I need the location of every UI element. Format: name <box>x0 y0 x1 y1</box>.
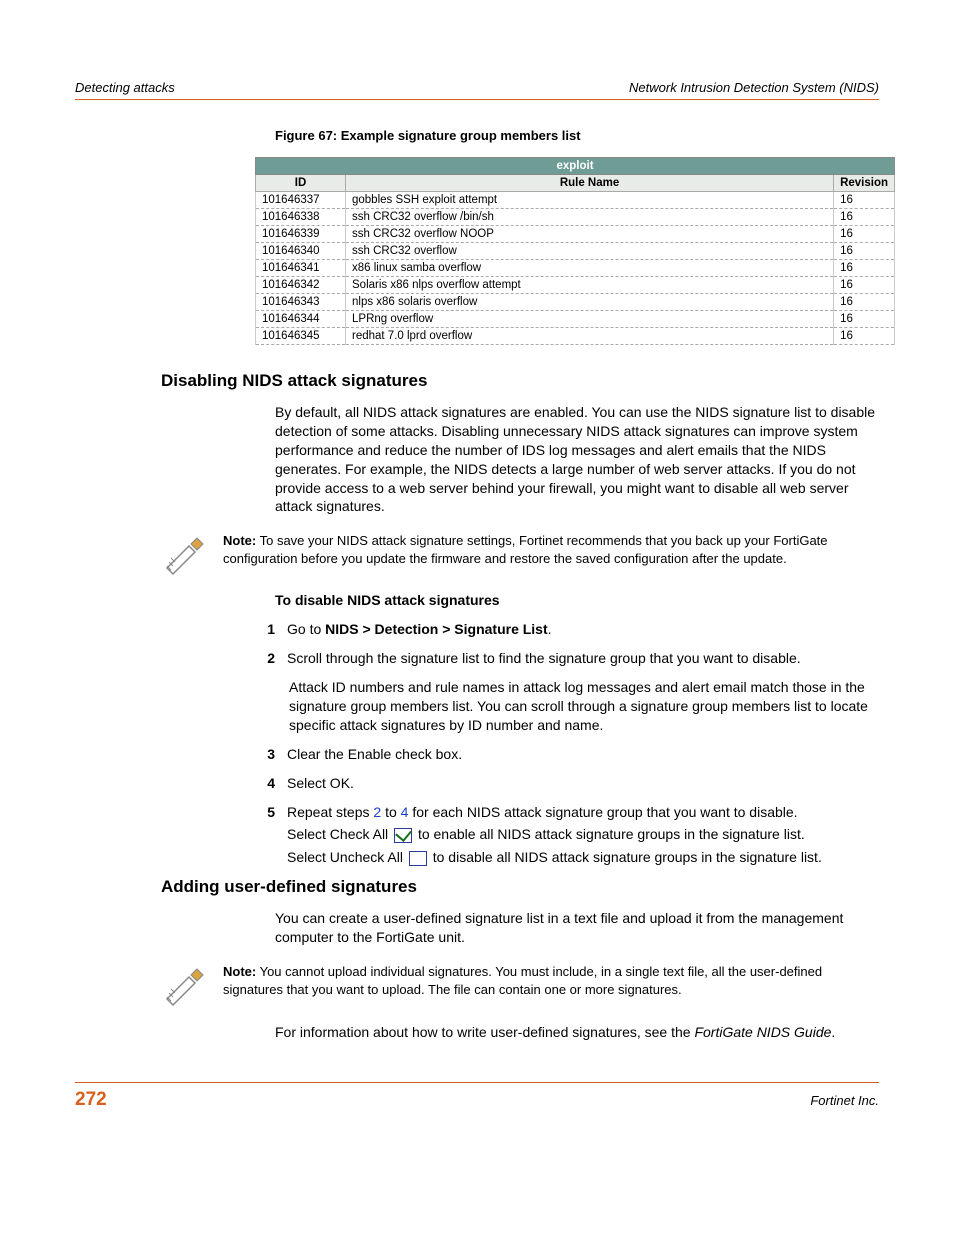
cell-name: nlps x86 solaris overflow <box>346 294 834 311</box>
note-icon <box>161 963 209 1007</box>
nav-path: NIDS > Detection > Signature List <box>325 621 548 637</box>
cell-rev: 16 <box>834 277 895 294</box>
col-id: ID <box>256 175 346 192</box>
table-row: 101646341x86 linux samba overflow16 <box>256 260 895 277</box>
text: Repeat steps <box>287 804 373 820</box>
table-row: 101646345redhat 7.0 lprd overflow16 <box>256 328 895 345</box>
footer-company: Fortinet Inc. <box>810 1093 879 1108</box>
cell-id: 101646337 <box>256 192 346 209</box>
cell-rev: 16 <box>834 294 895 311</box>
step-body: Clear the Enable check box. <box>287 745 879 764</box>
step-number: 2 <box>261 649 287 668</box>
cell-rev: 16 <box>834 226 895 243</box>
step-body: Go to NIDS > Detection > Signature List. <box>287 620 879 639</box>
step-body: Scroll through the signature list to fin… <box>287 649 879 668</box>
step-number: 4 <box>261 774 287 793</box>
step-body: Select OK. <box>287 774 879 793</box>
table-body: 101646337gobbles SSH exploit attempt1610… <box>256 192 895 345</box>
text: Select Uncheck All <box>287 849 407 865</box>
cell-id: 101646341 <box>256 260 346 277</box>
text: for each NIDS attack signature group tha… <box>408 804 797 820</box>
figure-caption: Figure 67: Example signature group membe… <box>275 128 879 143</box>
cell-name: ssh CRC32 overflow NOOP <box>346 226 834 243</box>
cell-id: 101646343 <box>256 294 346 311</box>
cell-name: redhat 7.0 lprd overflow <box>346 328 834 345</box>
procedure-title: To disable NIDS attack signatures <box>275 592 879 608</box>
step-number: 3 <box>261 745 287 764</box>
text: Select Check All <box>287 826 392 842</box>
uncheck-all-icon <box>409 851 427 866</box>
step-body: Repeat steps 2 to 4 for each NIDS attack… <box>287 803 879 868</box>
cell-rev: 16 <box>834 192 895 209</box>
note-label: Note: <box>223 964 256 979</box>
cell-rev: 16 <box>834 311 895 328</box>
text: to enable all NIDS attack signature grou… <box>414 826 805 842</box>
note-body: You cannot upload individual signatures.… <box>223 964 822 997</box>
cell-name: LPRng overflow <box>346 311 834 328</box>
step-1: 1 Go to NIDS > Detection > Signature Lis… <box>261 620 879 639</box>
table-row: 101646343nlps x86 solaris overflow16 <box>256 294 895 311</box>
page-footer: 272 Fortinet Inc. <box>75 1082 879 1111</box>
step-5: 5 Repeat steps 2 to 4 for each NIDS atta… <box>261 803 879 868</box>
col-name: Rule Name <box>346 175 834 192</box>
note-block-2: Note: You cannot upload individual signa… <box>161 963 879 1007</box>
table-row: 101646344LPRng overflow16 <box>256 311 895 328</box>
text: . <box>831 1024 835 1040</box>
step-2: 2 Scroll through the signature list to f… <box>261 649 879 668</box>
text: Go to <box>287 621 325 637</box>
table-row: 101646340ssh CRC32 overflow16 <box>256 243 895 260</box>
cell-name: x86 linux samba overflow <box>346 260 834 277</box>
section-heading-disabling: Disabling NIDS attack signatures <box>161 371 879 391</box>
table-row: 101646339ssh CRC32 overflow NOOP16 <box>256 226 895 243</box>
note-block-1: Note: To save your NIDS attack signature… <box>161 532 879 576</box>
table-row: 101646337gobbles SSH exploit attempt16 <box>256 192 895 209</box>
note-label: Note: <box>223 533 256 548</box>
section1-intro: By default, all NIDS attack signatures a… <box>275 403 879 516</box>
table-row: 101646342Solaris x86 nlps overflow attem… <box>256 277 895 294</box>
text: to <box>381 804 400 820</box>
cell-rev: 16 <box>834 328 895 345</box>
note-text-1: Note: To save your NIDS attack signature… <box>223 532 879 567</box>
step-3: 3 Clear the Enable check box. <box>261 745 879 764</box>
note-text-2: Note: You cannot upload individual signa… <box>223 963 879 998</box>
cell-name: Solaris x86 nlps overflow attempt <box>346 277 834 294</box>
step-number: 1 <box>261 620 287 639</box>
note-icon <box>161 532 209 576</box>
page-header: Detecting attacks Network Intrusion Dete… <box>75 80 879 100</box>
cell-id: 101646344 <box>256 311 346 328</box>
note-body: To save your NIDS attack signature setti… <box>223 533 828 566</box>
step-4: 4 Select OK. <box>261 774 879 793</box>
guide-title: FortiGate NIDS Guide <box>694 1024 831 1040</box>
cell-name: gobbles SSH exploit attempt <box>346 192 834 209</box>
cell-id: 101646338 <box>256 209 346 226</box>
section2-para2: For information about how to write user-… <box>275 1023 879 1042</box>
cell-id: 101646345 <box>256 328 346 345</box>
cell-rev: 16 <box>834 209 895 226</box>
table-group-header: exploit <box>256 158 895 175</box>
page-number: 272 <box>75 1089 107 1111</box>
header-right: Network Intrusion Detection System (NIDS… <box>629 80 879 95</box>
text: to disable all NIDS attack signature gro… <box>429 849 822 865</box>
header-left: Detecting attacks <box>75 80 175 95</box>
cell-rev: 16 <box>834 243 895 260</box>
text: . <box>548 621 552 637</box>
check-all-icon <box>394 828 412 843</box>
col-rev: Revision <box>834 175 895 192</box>
step-number: 5 <box>261 803 287 868</box>
cell-rev: 16 <box>834 260 895 277</box>
cell-id: 101646339 <box>256 226 346 243</box>
step-2-sub: Attack ID numbers and rule names in atta… <box>289 678 879 735</box>
cell-name: ssh CRC32 overflow /bin/sh <box>346 209 834 226</box>
signature-table: exploit ID Rule Name Revision 101646337g… <box>255 157 895 345</box>
section2-intro: You can create a user-defined signature … <box>275 909 879 947</box>
cell-id: 101646340 <box>256 243 346 260</box>
cell-id: 101646342 <box>256 277 346 294</box>
table-row: 101646338ssh CRC32 overflow /bin/sh16 <box>256 209 895 226</box>
cell-name: ssh CRC32 overflow <box>346 243 834 260</box>
text: For information about how to write user-… <box>275 1024 694 1040</box>
section-heading-adding: Adding user-defined signatures <box>161 877 879 897</box>
